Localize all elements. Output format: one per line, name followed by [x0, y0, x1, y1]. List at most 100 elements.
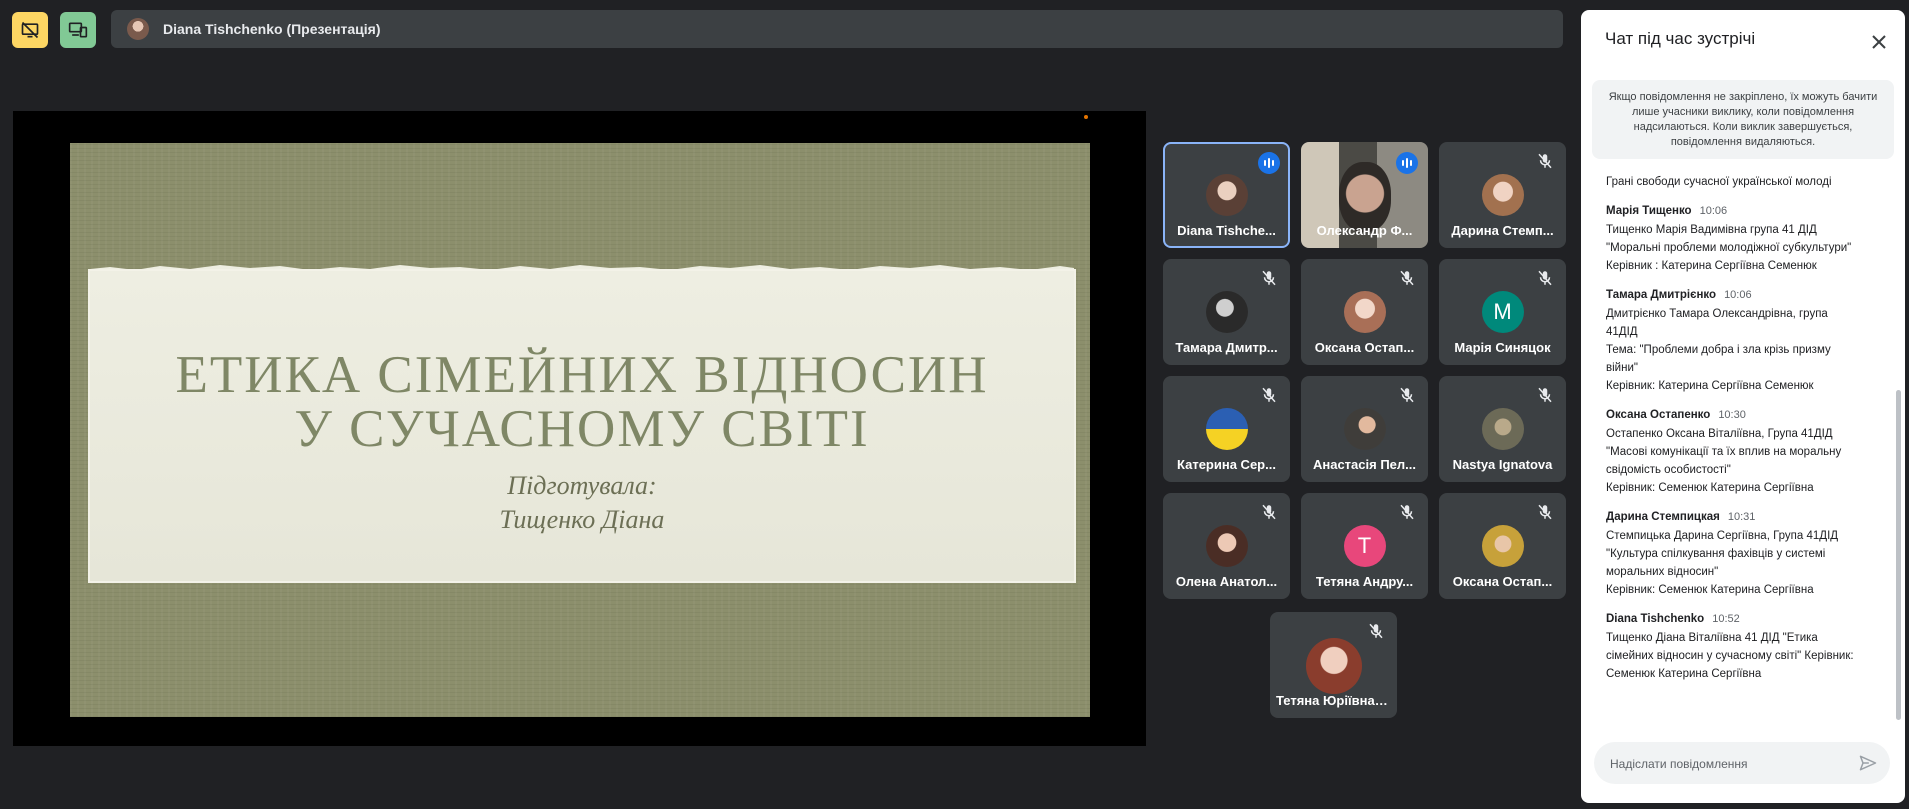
participant-avatar-letter: T — [1357, 533, 1372, 558]
chat-message-sender: Оксана Остапенко — [1606, 409, 1711, 421]
participant-tile[interactable]: M Марія Синяцок — [1439, 259, 1566, 365]
participant-avatar — [1481, 525, 1524, 567]
slide-paper: ЕТИКА СІМЕЙНИХ ВІДНОСИН У СУЧАСНОМУ СВІТ… — [90, 271, 1074, 581]
participant-avatar — [1481, 408, 1524, 450]
chat-message-line: "Моральні проблеми молодіжної субкультур… — [1606, 242, 1852, 254]
chat-message-line: 41ДІД — [1606, 326, 1638, 338]
chat-message-line: Тищенко Марія Вадимівна група 41 ДІД — [1606, 224, 1817, 236]
chat-message-line: моральних відносин" — [1606, 566, 1719, 578]
slide-subtitle-line2: Тищенко Діана — [499, 505, 665, 534]
participant-tile[interactable]: Diana Tishche... — [1163, 142, 1290, 248]
participant-name: Олена Анатол... — [1175, 574, 1278, 589]
participant-tile[interactable]: Олександр Ф... — [1301, 142, 1428, 248]
participant-name: Nastya Ignatova — [1452, 457, 1553, 472]
participant-tile[interactable]: Оксана Остап... — [1439, 493, 1566, 599]
participant-name: Олександр Ф... — [1316, 223, 1413, 238]
participant-avatar: T — [1343, 525, 1386, 567]
chat-message-sender: Diana Tishchenko — [1606, 613, 1705, 625]
mic-off-icon — [1538, 504, 1552, 520]
participant-avatar — [1205, 525, 1248, 567]
chat-message-header: Оксана Остапенко 10:30 — [1606, 407, 1891, 423]
chat-message-time: 10:30 — [1718, 409, 1746, 421]
slide-title-line1: ЕТИКА СІМЕЙНИХ ВІДНОСИН — [175, 346, 989, 404]
presenter-name: Diana Tishchenko (Презентація) — [163, 21, 381, 37]
chat-message-line: свідомість особистості" — [1606, 464, 1731, 476]
participant-video — [1339, 162, 1391, 232]
participant-tile[interactable]: Катерина Сер... — [1163, 376, 1290, 482]
participant-tile[interactable]: Олена Анатол... — [1163, 493, 1290, 599]
participant-name: Анастасія Пел... — [1312, 457, 1416, 472]
send-icon[interactable] — [1858, 753, 1878, 773]
speaking-indicator-icon — [1258, 152, 1280, 174]
participant-avatar-letter: M — [1493, 299, 1512, 324]
chat-input-box — [1594, 742, 1890, 786]
present-off-icon — [21, 21, 39, 39]
chat-message-header: Дарина Стемпицкая 10:31 — [1606, 509, 1891, 525]
chat-message-line: Остапенко Оксана Віталіївна, Група 41ДІД — [1606, 428, 1833, 440]
participant-name: Оксана Остап... — [1452, 574, 1553, 589]
chat-message-line: сімейних відносин у сучасному світі" Кер… — [1606, 650, 1854, 662]
presentation-stage[interactable]: ЕТИКА СІМЕЙНИХ ВІДНОСИН У СУЧАСНОМУ СВІТ… — [13, 111, 1146, 746]
recording-indicator — [1084, 115, 1088, 119]
chat-scrollbar[interactable] — [1896, 390, 1901, 720]
close-icon[interactable] — [1867, 30, 1891, 54]
chat-message: Diana Tishchenko 10:52 Тищенко Діана Вітал… — [1606, 611, 1891, 683]
chat-title: Чат під час зустрічі — [1605, 29, 1756, 48]
chat-message-line: Тема: "Проблеми добра і зла крізь призму — [1606, 344, 1831, 356]
mic-off-icon — [1369, 623, 1383, 639]
participant-avatar — [1343, 408, 1386, 450]
participant-name: Марія Синяцок — [1454, 340, 1551, 355]
participant-name: Оксана Остап... — [1314, 340, 1415, 355]
participant-tile[interactable]: Nastya Ignatova — [1439, 376, 1566, 482]
chat-message: Тамара Дмитрієнко 10:06 Дмитрієнко Тамара … — [1606, 287, 1891, 395]
chat-message-line: Керівник: Семенюк Катерина Сергіївна — [1606, 482, 1814, 494]
chat-message-time: 10:52 — [1712, 613, 1740, 625]
participant-name: Тетяна Андру... — [1315, 574, 1414, 589]
participant-tile[interactable]: Дарина Стемп... — [1439, 142, 1566, 248]
slide-title-line2: У СУЧАСНОМУ СВІТІ — [294, 400, 870, 458]
chat-message-sender: Тамара Дмитрієнко — [1606, 289, 1717, 301]
participant-tile[interactable]: Оксана Остап... — [1301, 259, 1428, 365]
chat-message-line: "Масові комунікації та їх вплив на морал… — [1606, 446, 1842, 458]
chat-message-line: Семенюк Катерина Сергіївна — [1606, 668, 1762, 680]
chat-message-input[interactable] — [1608, 742, 1852, 786]
devices-button[interactable] — [60, 12, 96, 48]
chat-message-line: Дмитрієнко Тамара Олександрівна, група — [1606, 308, 1828, 320]
chat-message-header: Марія Тищенко 10:06 — [1606, 203, 1891, 219]
chat-message-time: 10:31 — [1727, 511, 1756, 523]
presenter-bar[interactable]: Diana Tishchenko (Презентація) — [111, 10, 1563, 48]
presentation-slide: ЕТИКА СІМЕЙНИХ ВІДНОСИН У СУЧАСНОМУ СВІТ… — [70, 143, 1090, 717]
participant-tile[interactable]: Тетяна Юріївна Шульга — [1270, 612, 1397, 718]
mic-off-icon — [1538, 270, 1552, 286]
chat-message-sender: Марія Тищенко — [1606, 205, 1692, 217]
participant-tile[interactable]: Анастасія Пел... — [1301, 376, 1428, 482]
mic-off-icon — [1400, 387, 1414, 403]
participant-name: Катерина Сер... — [1177, 457, 1276, 472]
presenter-avatar — [127, 18, 149, 40]
chat-panel: Чат під час зустрічі Якщо повідомлення н… — [1581, 10, 1905, 803]
participant-avatar: M — [1481, 291, 1524, 333]
speaking-indicator-icon — [1396, 152, 1418, 174]
participant-name: Дарина Стемп... — [1451, 223, 1554, 238]
participant-avatar — [1205, 291, 1248, 333]
chat-message: Дарина Стемпицкая 10:31 Стемпицька Дарина … — [1606, 509, 1891, 599]
participant-avatar — [1305, 638, 1362, 694]
chat-message-header: Тамара Дмитрієнко 10:06 — [1606, 287, 1891, 303]
participant-avatar — [1205, 174, 1248, 216]
devices-icon — [68, 22, 88, 38]
chat-message-line: Керівник: Катерина Сергіївна Семенюк — [1606, 380, 1814, 392]
participant-name: Тамара Дмитр... — [1175, 340, 1278, 355]
chat-message-line: Тищенко Діана Віталіївна 41 ДІД "Етика — [1606, 632, 1818, 644]
participant-avatar — [1481, 174, 1524, 216]
chat-message-time: 10:06 — [1699, 205, 1728, 217]
participant-avatar — [1205, 408, 1248, 450]
participant-tile[interactable]: T Тетяна Андру... — [1301, 493, 1428, 599]
participant-name: Тетяна Юріївна Шульга — [1276, 693, 1391, 708]
participant-avatar — [1343, 291, 1386, 333]
chat-message-line: війни" — [1606, 362, 1638, 374]
stop-presenting-button[interactable] — [12, 12, 48, 48]
chat-first-line: Грані свободи сучасної української молод… — [1606, 176, 1832, 188]
chat-message-header: Diana Tishchenko 10:52 — [1606, 611, 1891, 627]
mic-off-icon — [1262, 387, 1276, 403]
participant-tile[interactable]: Тамара Дмитр... — [1163, 259, 1290, 365]
